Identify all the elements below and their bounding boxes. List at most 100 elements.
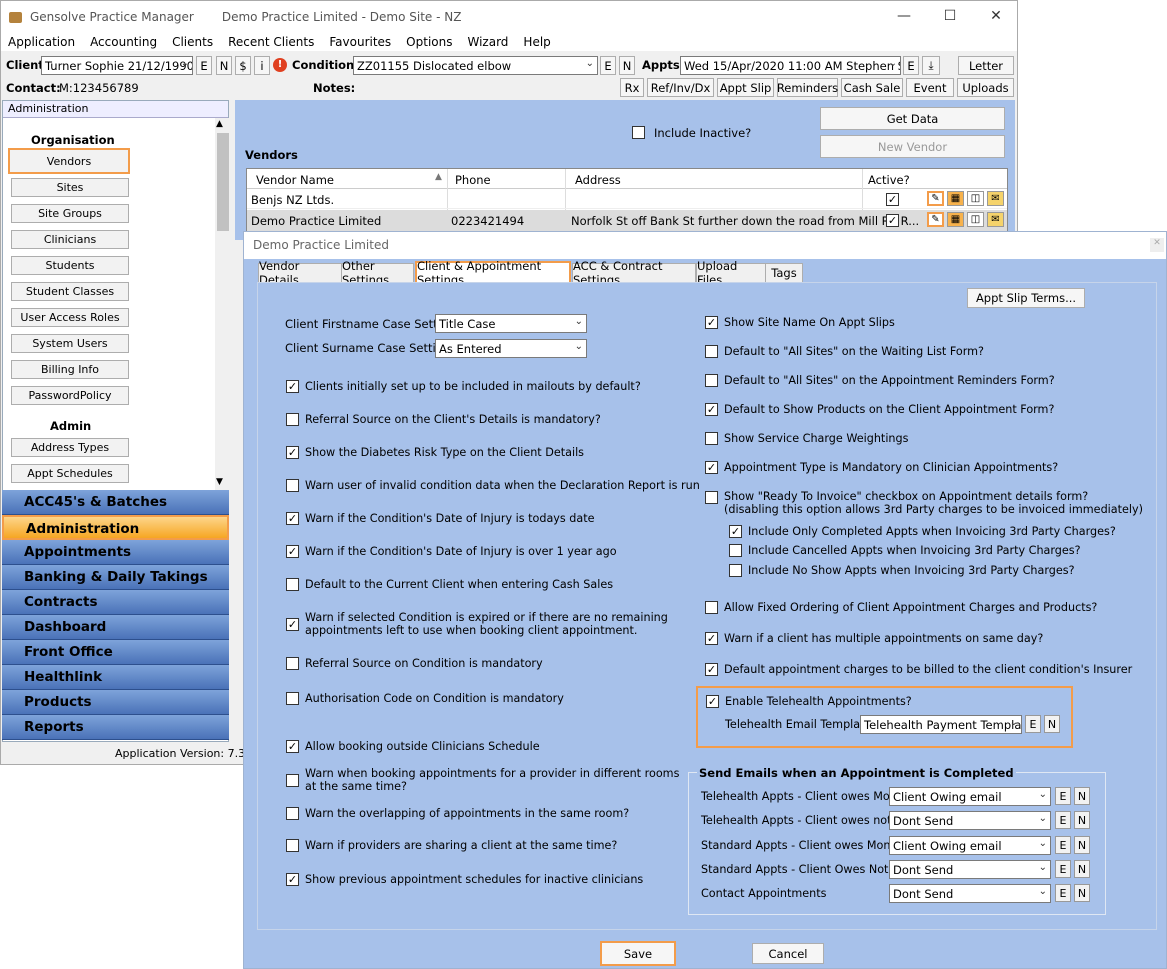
email-new-button[interactable]: N bbox=[1074, 836, 1090, 854]
uploads-button[interactable]: Uploads bbox=[957, 78, 1014, 97]
system-users-button[interactable]: System Users bbox=[11, 334, 129, 353]
email-edit-button[interactable]: E bbox=[1055, 836, 1071, 854]
students-button[interactable]: Students bbox=[11, 256, 129, 275]
email-new-button[interactable]: N bbox=[1074, 787, 1090, 805]
tab-client-appointment-settings[interactable]: Client & Appointment Settings bbox=[415, 259, 571, 287]
enable-telehealth-checkbox[interactable]: ✓ bbox=[706, 695, 719, 708]
minimize-icon[interactable]: — bbox=[881, 1, 927, 31]
condition-edit-button[interactable]: E bbox=[600, 56, 616, 75]
opt-appt-type-mandatory-checkbox[interactable]: ✓ bbox=[705, 461, 718, 474]
nav-healthlink[interactable]: Healthlink bbox=[2, 665, 229, 690]
opt-show-products-checkbox[interactable]: ✓ bbox=[705, 403, 718, 416]
nav-dashboard[interactable]: Dashboard bbox=[2, 615, 229, 640]
calendar-icon[interactable]: ▦ bbox=[947, 191, 964, 206]
opt-injury-over-year-checkbox[interactable]: ✓ bbox=[286, 545, 299, 558]
menu-accounting[interactable]: Accounting bbox=[90, 35, 157, 49]
client-info-button[interactable]: i bbox=[254, 56, 270, 75]
get-data-button[interactable]: Get Data bbox=[820, 107, 1005, 130]
client-account-button[interactable]: $ bbox=[235, 56, 251, 75]
col-active[interactable]: Active? bbox=[868, 173, 910, 187]
opt-overlap-room-checkbox[interactable] bbox=[286, 807, 299, 820]
clinicians-button[interactable]: Clinicians bbox=[11, 230, 129, 249]
email-template-select[interactable]: Client Owing email ⌄ bbox=[889, 836, 1051, 855]
menu-help[interactable]: Help bbox=[523, 35, 550, 49]
address-types-button[interactable]: Address Types bbox=[11, 438, 129, 457]
scroll-up-icon[interactable]: ▲ bbox=[216, 119, 223, 129]
nav-front-office[interactable]: Front Office bbox=[2, 640, 229, 665]
appt-edit-button[interactable]: E bbox=[903, 56, 919, 75]
nav-reports[interactable]: Reports bbox=[2, 715, 229, 740]
tab-other-settings[interactable]: Other Settings bbox=[341, 259, 414, 287]
vendors-button[interactable]: Vendors bbox=[8, 148, 130, 174]
email-new-button[interactable]: N bbox=[1074, 811, 1090, 829]
telehealth-template-select[interactable]: Telehealth Payment Template ⌄ bbox=[860, 715, 1022, 734]
document-icon[interactable]: ◫ bbox=[967, 212, 984, 227]
rx-button[interactable]: Rx bbox=[620, 78, 644, 97]
col-phone[interactable]: Phone bbox=[455, 173, 491, 187]
reminders-button[interactable]: Reminders bbox=[777, 78, 838, 97]
email-icon[interactable]: ✉ bbox=[987, 191, 1004, 206]
calendar-icon[interactable]: ▦ bbox=[947, 212, 964, 227]
download-icon[interactable]: ⤓ bbox=[922, 56, 940, 75]
appt-schedules-button[interactable]: Appt Schedules bbox=[11, 464, 129, 483]
billing-info-button[interactable]: Billing Info bbox=[11, 360, 129, 379]
opt-condition-expired-checkbox[interactable]: ✓ bbox=[286, 618, 299, 631]
conditions-select[interactable]: ZZ01155 Dislocated elbow ⌄ bbox=[353, 56, 598, 75]
email-template-select[interactable]: Client Owing email ⌄ bbox=[889, 787, 1051, 806]
sub-opt-completed-checkbox[interactable]: ✓ bbox=[729, 525, 742, 538]
col-address[interactable]: Address bbox=[575, 173, 621, 187]
appt-slip-terms-button[interactable]: Appt Slip Terms... bbox=[967, 288, 1085, 308]
maximize-icon[interactable]: ☐ bbox=[927, 1, 973, 31]
event-button[interactable]: Event bbox=[906, 78, 954, 97]
opt-reminders-form-checkbox[interactable] bbox=[705, 374, 718, 387]
email-edit-button[interactable]: E bbox=[1055, 787, 1071, 805]
menu-options[interactable]: Options bbox=[406, 35, 452, 49]
opt-fixed-ordering-checkbox[interactable] bbox=[705, 601, 718, 614]
nav-contracts[interactable]: Contracts bbox=[2, 590, 229, 615]
email-edit-button[interactable]: E bbox=[1055, 884, 1071, 902]
sites-button[interactable]: Sites bbox=[11, 178, 129, 197]
document-icon[interactable]: ◫ bbox=[967, 191, 984, 206]
alert-icon[interactable]: ! bbox=[273, 58, 287, 72]
tab-upload-files[interactable]: Upload Files bbox=[696, 259, 766, 287]
close-icon[interactable]: ✕ bbox=[1150, 238, 1164, 252]
email-new-button[interactable]: N bbox=[1074, 884, 1090, 902]
opt-mailouts-checkbox[interactable]: ✓ bbox=[286, 380, 299, 393]
student-classes-button[interactable]: Student Classes bbox=[11, 282, 129, 301]
email-edit-button[interactable]: E bbox=[1055, 811, 1071, 829]
pencil-icon[interactable]: ✎ bbox=[927, 212, 944, 227]
client-select[interactable]: Turner Sophie 21/12/1990 ⌄ bbox=[41, 56, 193, 75]
menu-application[interactable]: Application bbox=[8, 35, 75, 49]
sub-opt-cancelled-checkbox[interactable] bbox=[729, 544, 742, 557]
col-vendor-name[interactable]: Vendor Name bbox=[256, 173, 334, 187]
opt-multiple-appts-checkbox[interactable]: ✓ bbox=[705, 632, 718, 645]
opt-inactive-clinicians-checkbox[interactable]: ✓ bbox=[286, 873, 299, 886]
menu-wizard[interactable]: Wizard bbox=[467, 35, 508, 49]
client-edit-button[interactable]: E bbox=[196, 56, 212, 75]
scroll-down-icon[interactable]: ▼ bbox=[216, 477, 223, 487]
opt-invalid-condition-checkbox[interactable] bbox=[286, 479, 299, 492]
scrollbar-thumb[interactable] bbox=[217, 133, 229, 231]
opt-injury-today-checkbox[interactable]: ✓ bbox=[286, 512, 299, 525]
appt-slip-button[interactable]: Appt Slip bbox=[717, 78, 774, 97]
email-template-select[interactable]: Dont Send ⌄ bbox=[889, 884, 1051, 903]
letter-button[interactable]: Letter bbox=[958, 56, 1014, 75]
password-policy-button[interactable]: PasswordPolicy bbox=[11, 386, 129, 405]
tab-acc-contract-settings[interactable]: ACC & Contract Settings bbox=[572, 259, 696, 287]
nav-products[interactable]: Products bbox=[2, 690, 229, 715]
new-vendor-button[interactable]: New Vendor bbox=[820, 135, 1005, 158]
opt-referral-source-checkbox[interactable] bbox=[286, 413, 299, 426]
pencil-icon[interactable]: ✎ bbox=[927, 191, 944, 206]
email-edit-button[interactable]: E bbox=[1055, 860, 1071, 878]
menu-recent-clients[interactable]: Recent Clients bbox=[228, 35, 314, 49]
cancel-button[interactable]: Cancel bbox=[752, 943, 824, 964]
include-inactive-checkbox[interactable] bbox=[632, 126, 645, 139]
opt-current-client-cash-checkbox[interactable] bbox=[286, 578, 299, 591]
client-new-button[interactable]: N bbox=[216, 56, 232, 75]
nav-administration[interactable]: Administration bbox=[2, 515, 229, 540]
sub-opt-no-show-checkbox[interactable] bbox=[729, 564, 742, 577]
user-access-roles-button[interactable]: User Access Roles bbox=[11, 308, 129, 327]
email-template-select[interactable]: Dont Send ⌄ bbox=[889, 811, 1051, 830]
opt-sharing-client-checkbox[interactable] bbox=[286, 839, 299, 852]
menu-favourites[interactable]: Favourites bbox=[329, 35, 391, 49]
